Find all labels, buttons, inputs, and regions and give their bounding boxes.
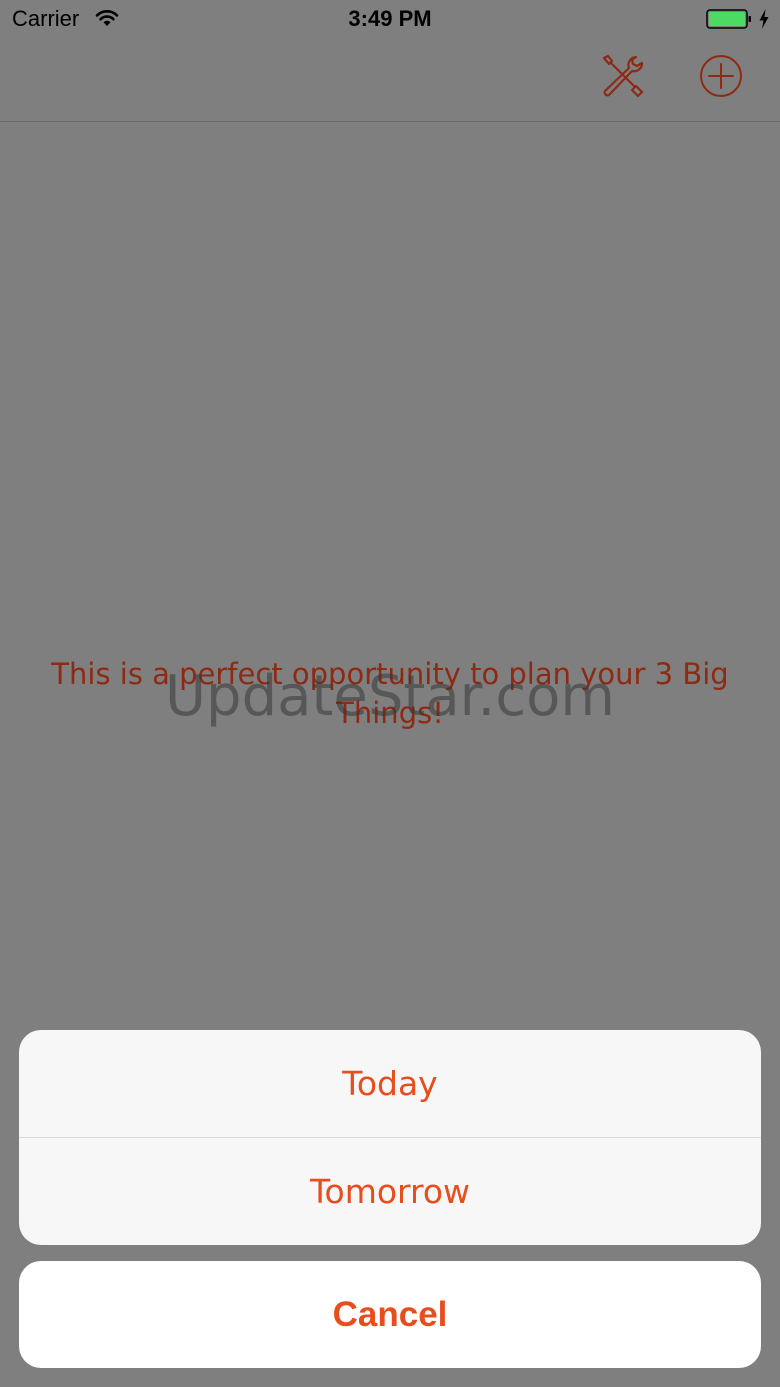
- tools-button[interactable]: [598, 54, 646, 102]
- lightning-icon: [758, 8, 770, 30]
- nav-bar: [0, 40, 780, 122]
- plus-circle-icon: [698, 53, 744, 104]
- battery-icon: [706, 9, 752, 29]
- action-sheet: Today Tomorrow: [19, 1030, 761, 1245]
- empty-state-message: This is a perfect opportunity to plan yo…: [51, 657, 729, 730]
- tools-icon: [599, 53, 645, 104]
- status-time: 3:49 PM: [348, 6, 432, 31]
- cancel-button[interactable]: Cancel: [19, 1261, 761, 1368]
- add-button[interactable]: [697, 54, 745, 102]
- action-today-button[interactable]: Today: [19, 1030, 761, 1137]
- status-bar: Carrier 3:49 PM: [0, 0, 780, 40]
- action-tomorrow-button[interactable]: Tomorrow: [19, 1138, 761, 1245]
